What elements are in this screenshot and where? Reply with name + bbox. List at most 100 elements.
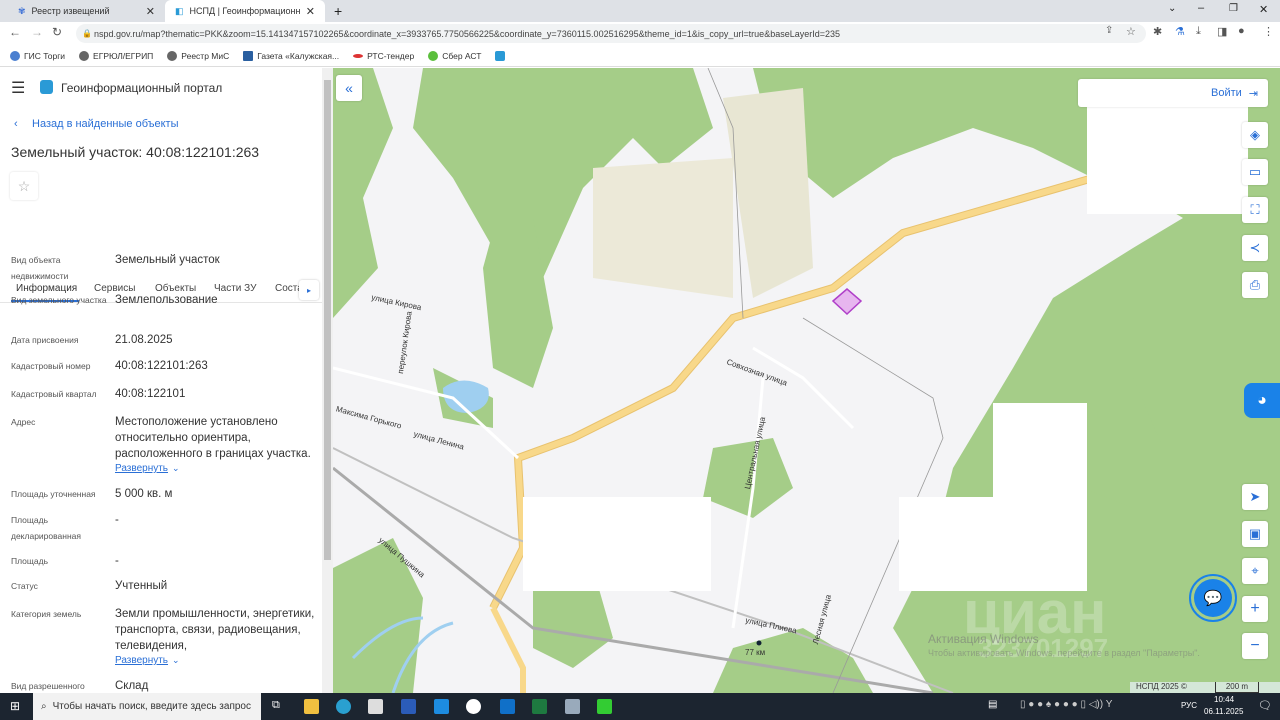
- notifications-icon[interactable]: 🗨: [1258, 699, 1272, 712]
- side-panel-icon[interactable]: ◨: [1217, 25, 1227, 38]
- ruler-button[interactable]: ▭: [1242, 159, 1268, 185]
- windows-activation-title: Активация Windows: [928, 632, 1039, 646]
- browser-tab-strip: ✾ Реестр извещений ✕ ◧ НСПД | Геоинформа…: [0, 0, 1280, 22]
- field-label: Кадастровый номер: [11, 361, 91, 371]
- forward-icon[interactable]: →: [31, 25, 43, 39]
- calculator-icon[interactable]: [565, 699, 580, 714]
- field-label: Дата присвоения: [11, 335, 79, 345]
- sidebar-scrollbar-thumb[interactable]: [324, 80, 331, 560]
- km-label: 77 км: [745, 648, 766, 657]
- menu-icon[interactable]: ⋮: [1263, 25, 1274, 38]
- station-marker: [756, 640, 762, 646]
- close-tab-icon[interactable]: ✕: [146, 5, 155, 18]
- minimize-button[interactable]: –: [1198, 2, 1204, 14]
- bookmarks-bar: ГИС Торги ЕГРЮЛ/ЕГРИП Реестр МиС Газета …: [0, 45, 1280, 67]
- chat-icon: 💬: [1194, 579, 1232, 617]
- tray-icons[interactable]: ▯ ● ● ♠ ● ● ● ▯ ◁)) Y: [1020, 699, 1112, 710]
- field-row: Площадь -: [11, 553, 316, 569]
- profile-icon[interactable]: ●: [1238, 25, 1245, 37]
- clock-time[interactable]: 10:44: [1214, 695, 1234, 704]
- word-icon[interactable]: [401, 699, 416, 714]
- close-tab-icon[interactable]: ✕: [306, 5, 315, 18]
- expand-category-link[interactable]: Развернуть: [115, 655, 168, 666]
- expand-address-link[interactable]: Развернуть: [115, 463, 168, 474]
- mail-icon[interactable]: [434, 699, 449, 714]
- redacted-area: [899, 497, 1087, 591]
- redacted-area: [523, 497, 711, 591]
- app-house-icon[interactable]: [597, 699, 612, 714]
- zoom-out-button[interactable]: −: [1242, 633, 1268, 659]
- reload-icon[interactable]: ↻: [52, 25, 62, 39]
- task-view-icon[interactable]: ⧉: [272, 699, 280, 712]
- field-row: Дата присвоения 21.08.2025: [11, 332, 316, 348]
- new-tab-button[interactable]: +: [334, 3, 342, 19]
- windows-start-icon[interactable]: ⊞: [10, 699, 20, 713]
- close-window-button[interactable]: ✕: [1259, 3, 1268, 16]
- object-info-panel: ☰ Геоинформационный портал ‹ Назад в най…: [0, 68, 333, 693]
- edge-icon[interactable]: [336, 699, 351, 714]
- browser-tab[interactable]: ✾ Реестр извещений ✕: [8, 0, 165, 22]
- file-explorer-icon[interactable]: [304, 699, 319, 714]
- field-row: Вид объекта недвижимости Земельный участо…: [11, 252, 316, 284]
- zoom-in-button[interactable]: +: [1242, 596, 1268, 622]
- favorite-star-button[interactable]: ☆: [10, 172, 38, 200]
- language-indicator[interactable]: РУС: [1181, 701, 1197, 710]
- tab-search-icon[interactable]: ⌄: [1168, 3, 1176, 14]
- bookmark-label: Газета «Калужская...: [257, 50, 340, 61]
- chat-button[interactable]: 💬: [1189, 574, 1237, 622]
- collapse-panel-button[interactable]: «: [336, 75, 362, 101]
- taskbar-search-input[interactable]: ⌕ Чтобы начать поиск, введите здесь запр…: [33, 693, 261, 720]
- hamburger-menu-icon[interactable]: ☰: [11, 78, 25, 98]
- store-icon[interactable]: [368, 699, 383, 714]
- excel-icon[interactable]: [532, 699, 547, 714]
- main-road: [490, 606, 526, 693]
- restore-button[interactable]: ❐: [1229, 3, 1238, 14]
- login-button[interactable]: Войти ⇥: [1078, 79, 1268, 107]
- search-placeholder: Чтобы начать поиск, введите здесь запрос: [52, 701, 251, 712]
- outlook-icon[interactable]: [500, 699, 515, 714]
- location-search-button[interactable]: ⌖: [1242, 558, 1268, 584]
- layers-button[interactable]: ◈: [1242, 122, 1268, 148]
- news-widget-icon[interactable]: ▤: [988, 699, 997, 710]
- portal-logo-icon: [40, 80, 53, 94]
- print-button[interactable]: ⎙: [1242, 272, 1268, 298]
- bookmark-gazeta[interactable]: Газета «Калужская...: [243, 50, 340, 61]
- bookmark-nspd[interactable]: [495, 50, 506, 61]
- field-label: Кадастровый квартал: [11, 389, 97, 399]
- bookmark-reestr-mis[interactable]: Реестр МиС: [167, 50, 230, 61]
- url-input[interactable]: 🔒 nspd.gov.ru/map?thematic=PKK&zoom=15.1…: [76, 24, 1146, 43]
- bookmark-sber-ast[interactable]: Сбер АСТ: [428, 50, 482, 61]
- field-row: Вид разрешенного Склад: [11, 678, 316, 693]
- tab-title: Реестр извещений: [31, 6, 110, 16]
- bookmark-icon: [79, 50, 90, 61]
- bookmark-star-icon[interactable]: ☆: [1126, 25, 1136, 38]
- search-icon: ⌕: [41, 701, 47, 712]
- back-chevron-icon: ‹: [14, 118, 18, 130]
- field-label: Площадь: [11, 556, 49, 566]
- object-title: Земельный участок: 40:08:122101:263: [11, 144, 260, 160]
- bookmark-gis-torgi[interactable]: ГИС Торги: [10, 50, 65, 61]
- share-button[interactable]: ≺: [1242, 235, 1268, 261]
- back-to-results-link[interactable]: Назад в найденные объекты: [32, 118, 179, 130]
- geolocation-button[interactable]: ➤: [1242, 484, 1268, 510]
- extensions-icon[interactable]: ✱: [1153, 25, 1162, 38]
- bookmark-label: Сбер АСТ: [442, 50, 482, 61]
- feedback-side-button[interactable]: ◕: [1244, 383, 1280, 418]
- chrome-icon[interactable]: [466, 699, 481, 714]
- bookmark-egrul[interactable]: ЕГРЮЛ/ЕГРИП: [79, 50, 153, 61]
- bookmark-rts-tender[interactable]: РТС-тендер: [353, 51, 414, 61]
- bookmark-label: Реестр МиС: [181, 50, 230, 61]
- lab-icon[interactable]: ⚗: [1175, 25, 1185, 38]
- field-value: Земли промышленности, энергетики, трансп…: [115, 608, 315, 652]
- download-icon[interactable]: ⤓: [1196, 25, 1201, 38]
- field-row: Статус Учтенный: [11, 578, 316, 594]
- clock-date[interactable]: 06.11.2025: [1204, 707, 1243, 716]
- field-row: Адрес Местоположение установлено относите…: [11, 414, 316, 462]
- browser-tab-active[interactable]: ◧ НСПД | Геоинформационный п ✕: [165, 0, 325, 22]
- back-icon[interactable]: ←: [9, 25, 21, 39]
- field-value: Земельный участок: [115, 254, 220, 266]
- map-view[interactable]: улица Кирова переулок Кирова Максима Гор…: [333, 68, 1280, 693]
- share-icon[interactable]: ⇪: [1105, 25, 1113, 36]
- area-select-button[interactable]: ⛶: [1242, 197, 1268, 223]
- minimap-button[interactable]: ▣: [1242, 521, 1268, 547]
